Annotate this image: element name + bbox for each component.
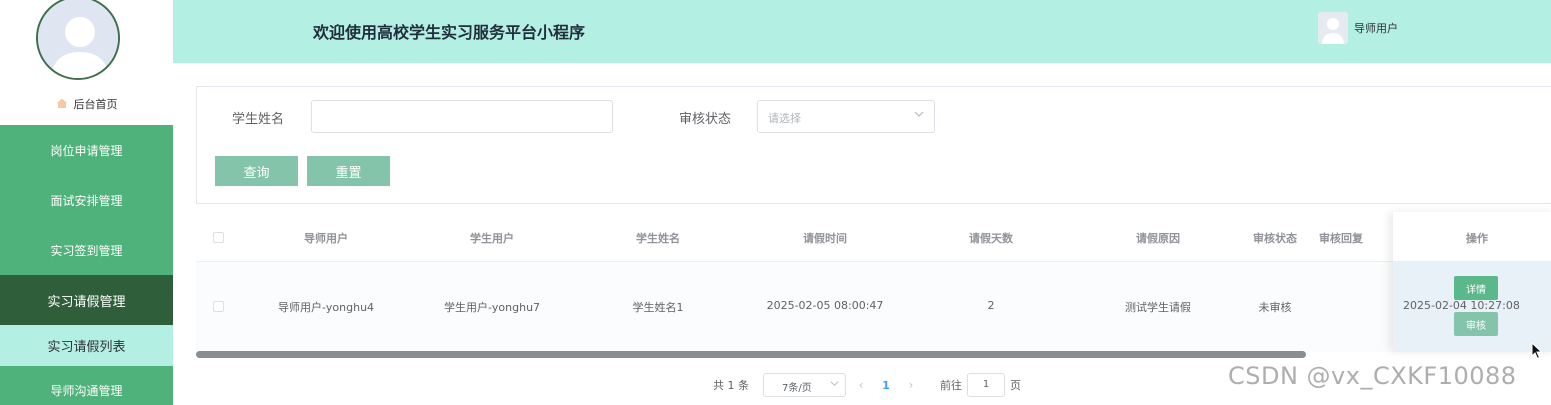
avatar[interactable] xyxy=(36,0,120,80)
next-page-icon[interactable]: › xyxy=(896,378,926,392)
table-header: 导师用户 学生用户 学生姓名 请假时间 请假天数 请假原因 审核状态 审核回复 xyxy=(196,212,1551,262)
prev-page-icon[interactable]: ‹ xyxy=(846,378,876,392)
fixed-operation-column: 操作 2025-02-04 10:27:08 详情 审核 xyxy=(1393,212,1551,352)
sidebar-item-internship-checkin[interactable]: 实习签到管理 xyxy=(0,225,173,275)
column-header: 操作 xyxy=(1466,232,1488,245)
cell-audit-status: 未审核 xyxy=(1258,301,1292,314)
cell-mentor-user: 导师用户-yonghu4 xyxy=(277,301,375,314)
audit-status-label: 审核状态 xyxy=(679,112,732,127)
page-title: 欢迎使用高校学生实习服务平台小程序 xyxy=(313,23,586,42)
sidebar-item-job-applications[interactable]: 岗位申请管理 xyxy=(0,125,173,175)
cell-leave-days: 2 xyxy=(987,299,995,312)
cell-student-user: 学生用户-yonghu7 xyxy=(443,301,541,314)
detail-button[interactable]: 详情 xyxy=(1454,276,1498,300)
sidebar-item-label: 实习请假列表 xyxy=(47,340,126,355)
sidebar-item-interview-arrangement[interactable]: 面试安排管理 xyxy=(0,175,173,225)
mouse-cursor-icon xyxy=(1531,341,1543,364)
column-header[interactable]: 学生用户 xyxy=(470,230,514,246)
sidebar-home-label: 后台首页 xyxy=(73,98,118,111)
search-panel: 学生姓名 审核状态 请选择 查询 重置 xyxy=(196,86,1551,204)
student-name-input[interactable] xyxy=(311,100,613,133)
watermark: CSDN @vx_CXKF10088 xyxy=(1228,362,1517,390)
goto-label: 前往 xyxy=(940,379,962,392)
horizontal-scrollbar[interactable] xyxy=(196,351,1306,358)
select-all-checkbox[interactable] xyxy=(213,232,224,243)
pagination: 共 1 条 7条/页 ‹ 1 › 前往 1 页 xyxy=(713,373,1021,397)
user-menu[interactable]: 导师用户 xyxy=(1318,12,1398,44)
sidebar-item-home[interactable]: 后台首页 xyxy=(0,92,173,116)
home-icon xyxy=(56,97,68,112)
column-header[interactable]: 请假原因 xyxy=(1136,230,1180,246)
reset-button[interactable]: 重置 xyxy=(307,156,390,186)
chevron-down-icon xyxy=(914,109,924,122)
user-name: 导师用户 xyxy=(1354,22,1398,35)
column-header[interactable]: 请假天数 xyxy=(969,230,1013,246)
sidebar-item-label: 岗位申请管理 xyxy=(50,143,123,158)
column-header[interactable]: 请假时间 xyxy=(803,230,847,246)
column-header[interactable]: 审核回复 xyxy=(1319,230,1363,246)
chevron-down-icon xyxy=(830,379,839,391)
operation-header: 操作 xyxy=(1393,212,1551,262)
sidebar: 后台首页 岗位申请管理 面试安排管理 实习签到管理 实习请假管理 实习请假列表 … xyxy=(0,0,173,405)
operation-cell: 2025-02-04 10:27:08 详情 审核 xyxy=(1393,262,1551,352)
cell-student-name: 学生姓名1 xyxy=(632,301,684,314)
row-checkbox[interactable] xyxy=(213,301,224,312)
student-name-label: 学生姓名 xyxy=(232,112,285,127)
top-header: 欢迎使用高校学生实习服务平台小程序 导师用户 xyxy=(173,0,1551,63)
user-avatar-icon xyxy=(36,0,120,80)
current-page[interactable]: 1 xyxy=(876,379,896,392)
query-button[interactable]: 查询 xyxy=(215,156,298,186)
cell-created-time: 2025-02-04 10:27:08 xyxy=(1403,299,1520,312)
sidebar-item-internship-leave[interactable]: 实习请假管理 xyxy=(0,275,173,325)
cell-leave-reason: 测试学生请假 xyxy=(1125,301,1191,314)
page-size-select[interactable]: 7条/页 xyxy=(763,373,846,397)
column-header[interactable]: 审核状态 xyxy=(1253,230,1297,246)
page-size-value: 7条/页 xyxy=(782,383,812,394)
audit-status-placeholder: 请选择 xyxy=(768,112,801,125)
sidebar-menu: 岗位申请管理 面试安排管理 实习签到管理 实习请假管理 实习请假列表 导师沟通管… xyxy=(0,125,173,405)
column-header[interactable]: 学生姓名 xyxy=(636,230,680,246)
sidebar-subitem-leave-list[interactable]: 实习请假列表 xyxy=(0,325,173,366)
sidebar-item-mentor-communication[interactable]: 导师沟通管理 xyxy=(0,366,173,405)
audit-status-select[interactable]: 请选择 xyxy=(757,100,935,133)
cell-leave-time: 2025-02-05 08:00:47 xyxy=(766,299,884,312)
leave-table: 导师用户 学生用户 学生姓名 请假时间 请假天数 请假原因 审核状态 审核回复 … xyxy=(196,212,1551,352)
page-suffix: 页 xyxy=(1010,379,1021,392)
table-row[interactable]: 导师用户-yonghu4 学生用户-yonghu7 学生姓名1 2025-02-… xyxy=(196,262,1551,352)
sidebar-item-label: 实习请假管理 xyxy=(47,294,126,310)
sidebar-item-label: 实习签到管理 xyxy=(50,243,123,258)
pagination-total: 共 1 条 xyxy=(713,379,749,392)
goto-page-input[interactable]: 1 xyxy=(967,373,1005,397)
column-header[interactable]: 导师用户 xyxy=(304,230,348,246)
sidebar-item-label: 导师沟通管理 xyxy=(50,383,123,398)
sidebar-item-label: 面试安排管理 xyxy=(50,193,123,208)
audit-button[interactable]: 审核 xyxy=(1454,312,1498,336)
user-avatar-icon xyxy=(1318,12,1348,44)
